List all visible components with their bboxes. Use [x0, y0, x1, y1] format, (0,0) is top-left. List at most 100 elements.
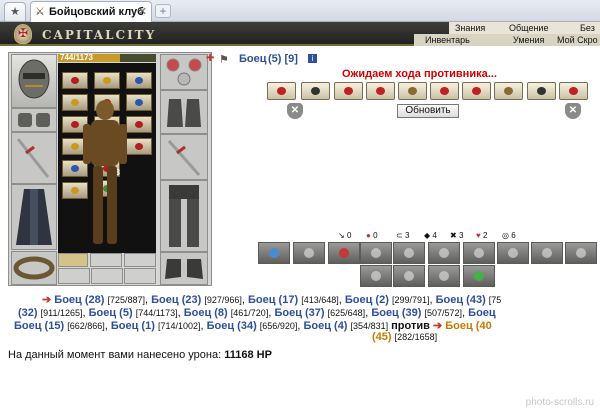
fighter-link[interactable]: Боец (43)	[436, 294, 486, 306]
city-emblem-icon	[14, 24, 32, 44]
browser-tab-active[interactable]: ⚔ Бойцовский клуб ✕	[30, 1, 152, 22]
stat-counter-count: ✖ 3	[450, 231, 464, 240]
fighter-hp: [507/572]	[424, 308, 463, 318]
tab-title: Бойцовский клуб	[49, 6, 144, 18]
attack-shield-icon: ✕	[565, 103, 581, 119]
weapon-right-slot[interactable]	[160, 134, 208, 180]
ring-slot-4[interactable]	[58, 268, 90, 284]
menu-item-my-scrolls[interactable]: Мой Скро	[557, 34, 598, 46]
fighter-hp: [744/1173]	[135, 308, 178, 318]
ring-slot-3[interactable]	[124, 253, 156, 267]
fighter-link[interactable]: Боец (8)	[184, 307, 228, 319]
fighter-link[interactable]: Боец (37)	[274, 307, 324, 319]
team-list-row-2: (32) [911/1265], Боец (5) [744/1173], Бо…	[18, 307, 496, 319]
fighter-hp: [413/648]	[301, 295, 339, 305]
watermark: photo-scrolls.ru	[525, 397, 594, 408]
menu-item-inventory[interactable]: Инвентарь	[425, 34, 470, 46]
damage-summary: На данный момент вами нанесено урона: 11…	[8, 349, 272, 361]
refresh-button[interactable]: Обновить	[397, 104, 459, 118]
skill-slot-7[interactable]	[463, 242, 495, 264]
skill-slot-6[interactable]	[428, 242, 460, 264]
fighter-link[interactable]: Боец (39)	[371, 307, 421, 319]
skill-slot-9[interactable]	[531, 242, 563, 264]
fighter-link[interactable]: (32)	[18, 307, 38, 319]
fighter-hp: [927/966]	[204, 295, 242, 305]
cloak-slot[interactable]	[11, 184, 57, 250]
browser-home-tab[interactable]: ★	[4, 2, 26, 21]
new-tab-button[interactable]: +	[155, 4, 171, 18]
menu-item-more[interactable]: Без	[580, 22, 595, 34]
sword-right-icon	[167, 140, 201, 176]
menu-item-skills[interactable]: Умения	[513, 34, 544, 46]
fighter-hp: [662/866]	[67, 321, 105, 331]
opponent-name[interactable]: Боец	[239, 53, 267, 65]
cloak-icon	[16, 189, 52, 245]
gloves-slot[interactable]	[160, 90, 208, 134]
ring-slot-1[interactable]	[58, 253, 88, 267]
skill-slot-8[interactable]	[497, 242, 529, 264]
opponent-scroll-9	[527, 82, 556, 100]
fighter-link[interactable]: Боец (34)	[207, 320, 257, 332]
belt-icon	[13, 256, 55, 280]
menu-item-knowledge[interactable]: Знания	[455, 22, 485, 34]
ring-slot-6[interactable]	[124, 268, 156, 284]
skill-slot-3[interactable]	[328, 242, 360, 264]
stat-spirit-count: ◎ 6	[502, 231, 516, 240]
scroll-slot-3[interactable]	[126, 72, 152, 89]
leggings-icon	[169, 185, 199, 247]
top-menu: Знания Общение Без	[449, 22, 600, 34]
fighter-link[interactable]: Боец (4)	[303, 320, 347, 332]
bracer-icon	[18, 113, 50, 127]
hp-text: 744/1173	[60, 53, 93, 62]
enemy-fighter-level[interactable]: (45)	[372, 331, 392, 343]
skill-slot-12[interactable]	[393, 265, 425, 287]
skill-slot-1[interactable]	[258, 242, 290, 264]
opponent-scroll-6	[430, 82, 459, 100]
character-figure-icon	[83, 100, 127, 244]
belt-slot[interactable]	[11, 251, 57, 285]
fighter-link[interactable]: Боец (1)	[111, 320, 155, 332]
fighter-link[interactable]: Боец (2)	[345, 294, 389, 306]
fighter-link[interactable]: Боец (15)	[14, 320, 64, 332]
opponent-scroll-2	[301, 82, 330, 100]
stat-block-count: ⊂ 3	[396, 231, 410, 240]
scroll-slot-2[interactable]	[94, 72, 120, 89]
clan-flag-icon: ⚑	[219, 54, 229, 66]
scroll-slot-1[interactable]	[62, 72, 88, 89]
star-icon: ★	[10, 6, 20, 18]
boots-icon	[165, 259, 203, 279]
fighter-link[interactable]: Боец (28)	[54, 294, 104, 306]
skill-slot-13[interactable]	[428, 265, 460, 287]
bracer-slot[interactable]	[11, 108, 57, 132]
amulet-slot[interactable]	[160, 54, 208, 90]
fighter-hp: [911/1265]	[40, 308, 83, 318]
boots-slot[interactable]	[160, 252, 208, 285]
sword-icon	[16, 138, 50, 178]
opponent-scroll-5	[398, 82, 427, 100]
tab-close-icon[interactable]: ✕	[138, 5, 147, 18]
fighter-link[interactable]: Боец (23)	[151, 294, 201, 306]
menu-item-communication[interactable]: Общение	[509, 22, 548, 34]
swords-favicon-icon: ⚔	[35, 6, 45, 18]
skill-slot-11[interactable]	[360, 265, 392, 287]
amulet-icon	[166, 58, 202, 86]
skill-slot-14[interactable]	[463, 265, 495, 287]
fighter-link[interactable]: Боец (5)	[89, 307, 133, 319]
fighter-link[interactable]: Боец	[468, 307, 496, 319]
ring-slot-5[interactable]	[91, 268, 123, 284]
skill-slot-10[interactable]	[565, 242, 597, 264]
opponent-scroll-3	[334, 82, 363, 100]
ring-slot-2[interactable]	[90, 253, 122, 267]
skill-slot-2[interactable]	[293, 242, 325, 264]
opponent-level: (5) [9]	[268, 53, 298, 65]
skill-slot-4[interactable]	[360, 242, 392, 264]
opponent-scroll-10	[559, 82, 588, 100]
info-icon[interactable]: i	[308, 54, 317, 63]
helmet-slot[interactable]	[11, 54, 57, 108]
fighter-link[interactable]: Боец (17)	[248, 294, 298, 306]
skill-slot-5[interactable]	[393, 242, 425, 264]
opponent-scroll-4	[366, 82, 395, 100]
weapon-left-slot[interactable]	[11, 132, 57, 184]
enemy-fighter-link[interactable]: Боец (40	[445, 320, 491, 332]
leggings-slot[interactable]	[160, 180, 208, 252]
